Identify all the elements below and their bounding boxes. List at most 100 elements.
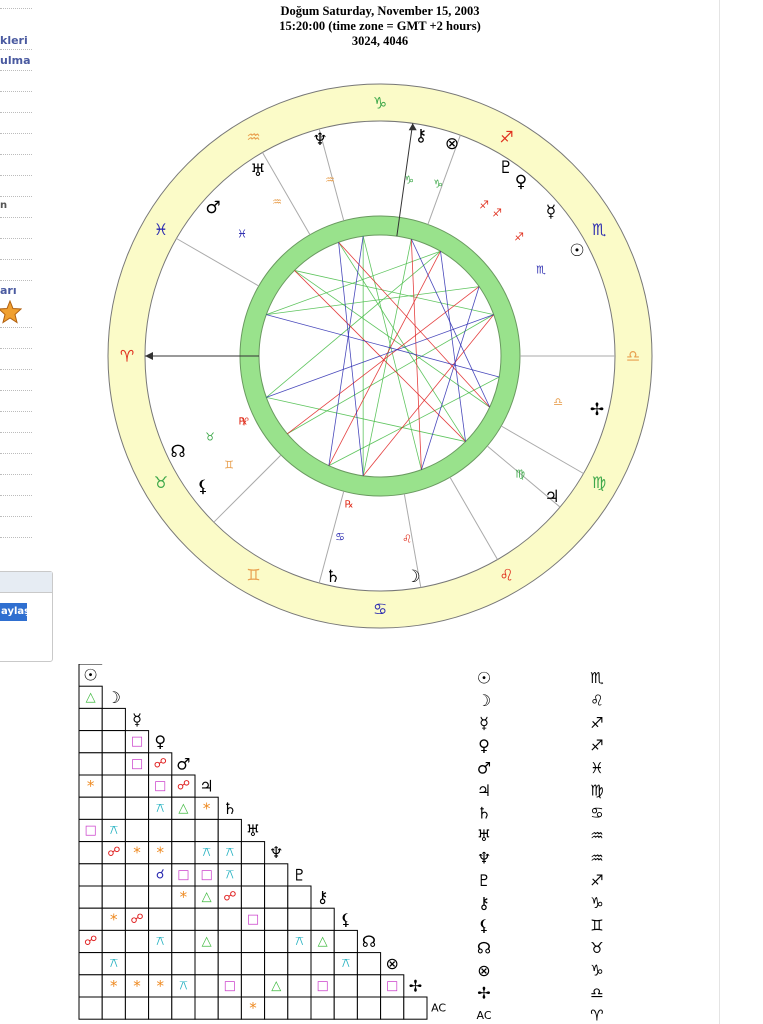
- placement-sign: ♑: [590, 894, 603, 912]
- aspect-grid-cell: [148, 996, 173, 1020]
- aspect-grid-cell: [380, 996, 405, 1020]
- aspect-symbol-square: □: [131, 756, 143, 771]
- placement-sign: ♑: [590, 962, 603, 980]
- aspect-grid-cell: [101, 707, 126, 732]
- placement-sign: ♓: [590, 759, 603, 777]
- house-cusp-sign: ♐: [514, 231, 524, 244]
- aspect-grid-cell: [124, 929, 150, 954]
- aspect-grid-cell: [264, 952, 289, 976]
- aspect-grid-cell: [101, 730, 126, 754]
- aspect-grid-cell: [194, 818, 219, 843]
- aspect-symbol-conjunction: ☌: [156, 867, 165, 882]
- placement-sign: ♐: [590, 872, 603, 890]
- aspect-symbol-quincunx: ⚻: [225, 867, 234, 882]
- aspect-grid-cell: [310, 996, 335, 1020]
- aspect-grid-cell: [171, 841, 196, 865]
- aspect-grid-cell: [78, 752, 103, 776]
- aspect-grid-cell: [148, 818, 173, 843]
- zodiac-sign-glyph: ♑: [373, 94, 387, 113]
- aspect-grid-label: ♄: [223, 799, 237, 818]
- zodiac-sign-glyph: ♍: [592, 473, 606, 492]
- aspect-grid-cell: [78, 885, 103, 909]
- placement-planet: ♃: [477, 781, 491, 800]
- neptune-icon: ♆: [312, 130, 327, 150]
- aspect-grid-cell: [240, 974, 266, 998]
- aspect-symbol-sextile: *: [110, 977, 118, 995]
- aspect-grid-cell: [264, 996, 289, 1020]
- placement-sign: ♋: [590, 804, 603, 822]
- north-node-icon: ☊: [170, 442, 185, 462]
- aspect-grid-cell: [333, 974, 358, 998]
- aspect-grid-label: ☊: [362, 932, 376, 951]
- aspect-symbol-square: □: [386, 978, 398, 993]
- aspect-grid-cell: [264, 863, 289, 887]
- aspect-grid-cell: [78, 974, 103, 998]
- aspect-symbol-trine: △: [178, 801, 188, 816]
- house-cusp-sign: ♉: [205, 431, 215, 444]
- page: kleri ulma n arı aylaş Doğum Saturday, N…: [0, 0, 763, 1024]
- placement-sign: ♏: [590, 669, 604, 687]
- aspect-grid-label: AC: [431, 1002, 446, 1015]
- aspect-grid-label: ☉: [83, 666, 97, 685]
- aspect-grid-cell: [101, 796, 126, 820]
- aspect-grid-cell: [148, 952, 173, 976]
- aspect-grid-cell: [171, 952, 196, 976]
- aspect-symbol-sextile: *: [249, 999, 257, 1017]
- saturn-icon: ♄: [325, 567, 340, 587]
- aspect-grid-cell: [148, 885, 173, 909]
- aspect-grid-cell: [101, 752, 126, 776]
- aspect-grid-cell: [287, 907, 312, 931]
- placement-planet: AC: [476, 1009, 491, 1022]
- placement-sign: ♈: [590, 1007, 603, 1024]
- aspect-grid-cell: [101, 929, 126, 954]
- house-cusp-sign: ♏: [536, 264, 546, 277]
- placement-planet: ☊: [477, 939, 491, 958]
- aspect-grid-cell: [124, 996, 150, 1020]
- placement-planet: ✢: [477, 984, 490, 1003]
- aspect-grid-label: ♂: [176, 754, 190, 773]
- house-cusp-sign: ♓: [237, 228, 247, 241]
- zodiac-sign-glyph: ♌: [499, 566, 513, 585]
- placement-planet: ♄: [477, 804, 491, 823]
- aspect-symbol-square: □: [224, 978, 236, 993]
- aspect-grid-label: ⊗: [385, 954, 398, 973]
- aspect-grid-cell: [194, 996, 219, 1020]
- placement-sign: ♊: [590, 917, 603, 935]
- aspect-symbol-opposition: ☍: [84, 934, 97, 949]
- aspect-grid-cell: [101, 996, 126, 1020]
- placement-planet: ♅: [477, 826, 491, 845]
- zodiac-sign-glyph: ♈: [120, 347, 134, 366]
- aspect-symbol-opposition: ☍: [177, 779, 190, 794]
- aspect-grid-cell: [310, 907, 335, 931]
- placement-sign: ♐: [590, 714, 603, 732]
- aspect-grid-cell: [124, 885, 150, 909]
- house-cusp-sign: ♍: [515, 468, 525, 481]
- aspect-grid-cell: [287, 952, 312, 976]
- aspect-grid-cell: [264, 907, 289, 931]
- aspect-grid-cell: [101, 885, 126, 909]
- placement-planet: ⚷: [478, 894, 490, 913]
- aspect-grid-cell: [356, 952, 382, 976]
- pluto-icon: ♇: [498, 158, 513, 178]
- aspect-symbol-quincunx: ⚻: [109, 956, 118, 971]
- chiron-icon: ⚷: [415, 126, 427, 146]
- house-cusp-sign: ♑: [433, 178, 443, 191]
- aspect-grid-cell: [356, 974, 382, 998]
- placement-sign: ♉: [590, 939, 603, 957]
- moon-icon: ☽: [405, 567, 420, 587]
- placement-planet: ☽: [477, 691, 491, 710]
- aspect-grid-cell: [101, 774, 126, 798]
- house-cusp-sign: ♋: [335, 531, 345, 544]
- aspect-symbol-sextile: *: [156, 977, 164, 995]
- aspect-grid-label: ♅: [246, 821, 260, 840]
- aspect-symbol-sextile: *: [156, 844, 164, 862]
- placement-planet: ♀: [478, 736, 490, 755]
- aspect-grid-label: ☽: [107, 688, 121, 707]
- aspect-symbol-square: □: [200, 867, 212, 882]
- aspect-grid-cell: [171, 929, 196, 954]
- aspect-symbol-sextile: *: [133, 844, 141, 862]
- house-cusp-sign: ♎: [553, 396, 563, 409]
- aspect-symbol-square: □: [154, 779, 166, 794]
- aspect-grid-cell: [333, 996, 358, 1020]
- aspect-symbol-trine: △: [202, 934, 212, 949]
